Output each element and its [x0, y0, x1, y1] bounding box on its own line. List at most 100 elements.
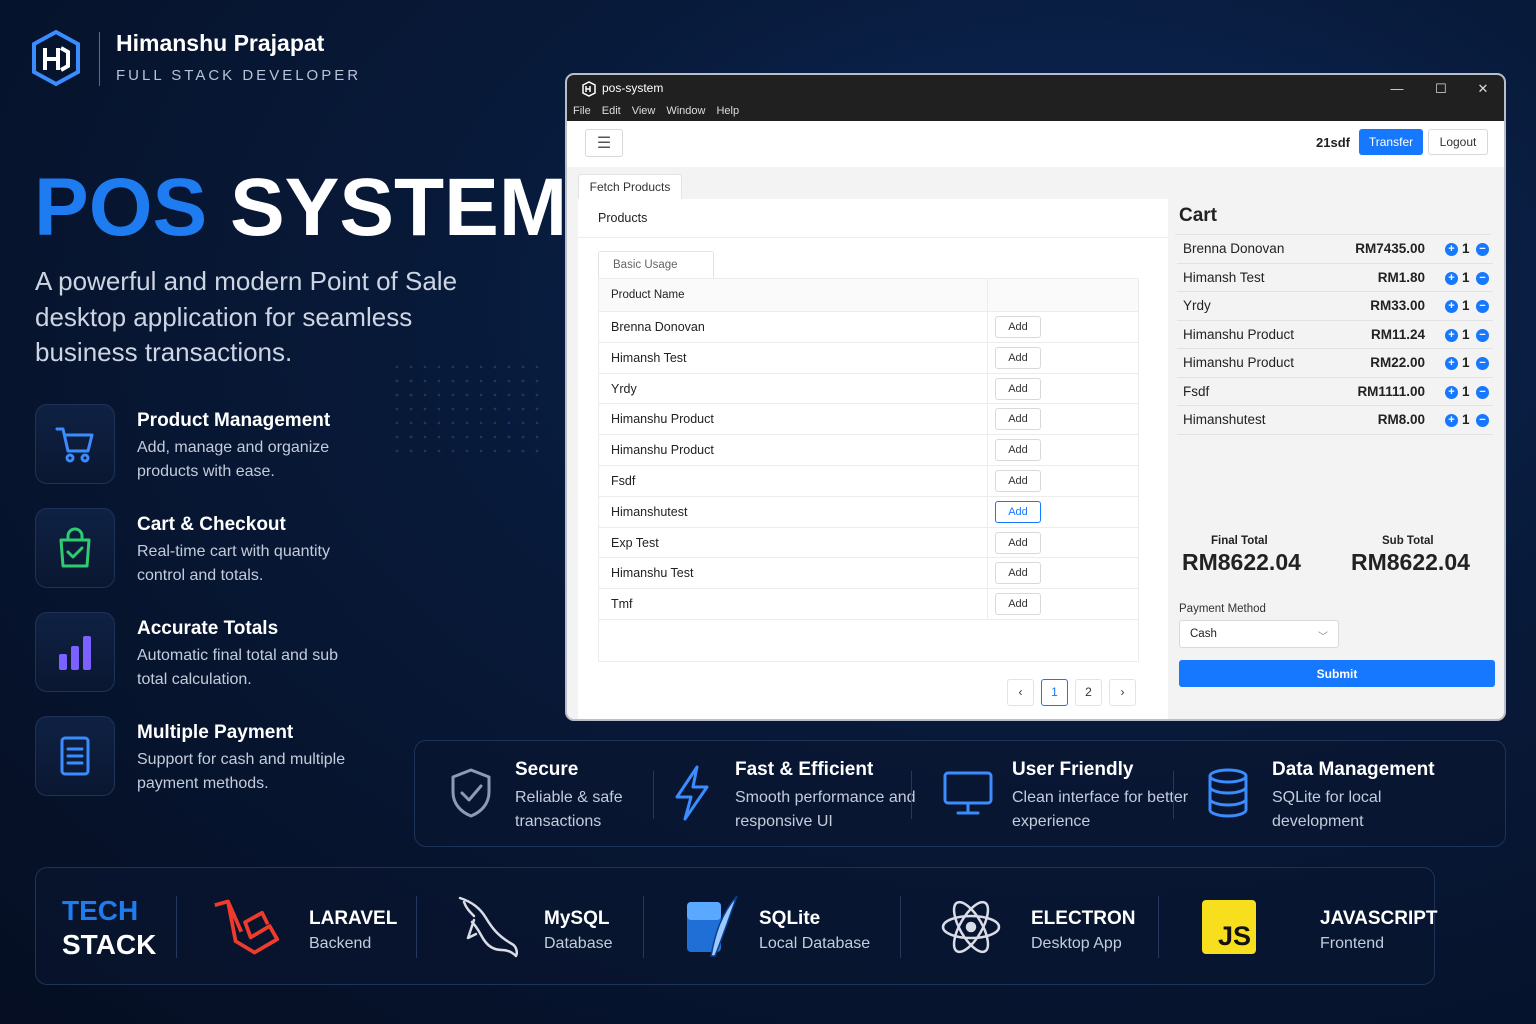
pagination-next[interactable]: ›: [1109, 679, 1136, 706]
column-divider: [987, 404, 988, 435]
username-label: 21sdf: [1316, 135, 1350, 150]
cart-item: Fsdf RM1111.00 +1−: [1177, 378, 1493, 406]
minimize-button[interactable]: —: [1387, 81, 1407, 96]
cart-item-name: Fsdf: [1183, 383, 1210, 399]
add-button[interactable]: Add: [995, 408, 1041, 431]
feature-product-management: Product Management Add, manage and organ…: [35, 404, 435, 488]
pagination-page-1[interactable]: 1: [1041, 679, 1068, 706]
brand-logo-icon: [32, 29, 80, 87]
menu-help[interactable]: Help: [716, 105, 739, 117]
shield-check-icon: [443, 765, 499, 821]
minus-icon[interactable]: −: [1476, 243, 1489, 256]
add-button[interactable]: Add: [995, 377, 1041, 400]
pagination-page-2[interactable]: 2: [1075, 679, 1102, 706]
table-row: Tmf Add: [599, 589, 1138, 620]
cart-item-qty: 1: [1462, 355, 1470, 370]
sub-total-label: Sub Total: [1382, 535, 1434, 547]
bar-chart-icon: [35, 612, 115, 692]
feature-desc: Add, manage and organize products with e…: [137, 439, 330, 480]
tech-sub: Desktop App: [1031, 935, 1122, 952]
table-row: Himansh Test Add: [599, 342, 1138, 374]
highlight-title: Fast & Efficient: [735, 759, 874, 780]
feature-desc: Real-time cart with quantity control and…: [137, 543, 330, 584]
logout-button[interactable]: Logout: [1428, 129, 1488, 155]
plus-icon[interactable]: +: [1445, 271, 1458, 285]
tech-name: LARAVEL: [309, 908, 398, 929]
payment-method-select[interactable]: Cash ﹀: [1179, 620, 1339, 648]
add-button[interactable]: Add: [995, 593, 1041, 616]
product-name: Fsdf: [611, 474, 636, 488]
column-divider: [987, 373, 988, 404]
final-total-value: RM8622.04: [1182, 549, 1301, 575]
add-button[interactable]: Add: [995, 562, 1041, 585]
sub-total-value: RM8622.04: [1351, 549, 1470, 575]
cart-item: Brenna Donovan RM7435.00 +1−: [1177, 235, 1493, 264]
feature-desc: Support for cash and multiple payment me…: [137, 751, 346, 792]
products-heading: Products: [598, 211, 648, 225]
plus-icon[interactable]: +: [1445, 300, 1458, 313]
cart-item-name: Himansh Test: [1183, 269, 1265, 285]
add-button[interactable]: Add: [995, 531, 1041, 554]
table-row: Yrdy Add: [599, 373, 1138, 405]
column-divider: [987, 342, 988, 373]
minus-icon[interactable]: −: [1476, 385, 1489, 399]
lightning-icon: [663, 765, 719, 821]
cart-item-name: Himanshu Product: [1183, 355, 1295, 370]
tech-sub: Frontend: [1320, 935, 1385, 952]
column-divider: [987, 527, 988, 558]
sqlite-logo-icon: [676, 892, 746, 962]
highlight-fast-efficient: Fast & Efficient Smooth performance and …: [663, 741, 923, 848]
table-row: Fsdf Add: [599, 466, 1138, 497]
divider: [176, 896, 177, 958]
minus-icon[interactable]: −: [1476, 300, 1489, 313]
divider: [653, 771, 654, 819]
add-button[interactable]: Add: [995, 500, 1041, 523]
menu-file[interactable]: File: [573, 105, 591, 117]
add-button[interactable]: Add: [995, 439, 1041, 462]
minus-icon[interactable]: −: [1476, 328, 1489, 342]
brand-divider: [99, 32, 100, 86]
tech-sub: Database: [544, 935, 613, 952]
product-name: Himanshu Product: [611, 443, 714, 458]
product-name: Tmf: [611, 597, 633, 612]
cart-title: Cart: [1179, 205, 1218, 226]
tech-sqlite: SQLite Local Database: [676, 892, 906, 962]
add-button[interactable]: Add: [995, 316, 1041, 338]
minus-icon[interactable]: −: [1476, 271, 1489, 285]
add-button[interactable]: Add: [995, 470, 1041, 492]
add-button[interactable]: Add: [995, 346, 1041, 369]
plus-icon[interactable]: +: [1445, 385, 1458, 399]
maximize-button[interactable]: ☐: [1431, 81, 1451, 97]
plus-icon[interactable]: +: [1445, 243, 1458, 256]
divider: [1158, 896, 1159, 958]
pagination-prev[interactable]: ‹: [1007, 679, 1034, 706]
menu-window[interactable]: Window: [666, 105, 705, 117]
plus-icon[interactable]: +: [1445, 357, 1458, 370]
menu-bar: File Edit View Window Help: [573, 105, 739, 117]
tab-basic-usage[interactable]: Basic Usage: [598, 251, 714, 279]
tech-name: ELECTRON: [1031, 908, 1136, 929]
menu-toggle-button[interactable]: ☰: [585, 129, 623, 157]
brand-role: FULL STACK DEVELOPER: [116, 67, 362, 84]
tech-electron: ELECTRON Desktop App: [936, 892, 1156, 962]
tech-name: MySQL: [544, 908, 610, 929]
feature-title: Accurate Totals: [137, 618, 279, 639]
feature-cart-checkout: Cart & Checkout Real-time cart with quan…: [35, 508, 435, 592]
tab-fetch-products[interactable]: Fetch Products: [578, 174, 682, 199]
highlight-secure: Secure Reliable & safe transactions: [443, 741, 673, 848]
submit-button[interactable]: Submit: [1179, 660, 1495, 687]
plus-icon[interactable]: +: [1445, 414, 1458, 427]
cart-item-qty: 1: [1462, 298, 1470, 313]
column-divider: [987, 312, 988, 342]
cart-item-name: Himanshutest: [1183, 412, 1266, 427]
menu-edit[interactable]: Edit: [602, 105, 621, 117]
minus-icon[interactable]: −: [1476, 414, 1489, 427]
product-name: Himanshu Product: [611, 412, 714, 427]
menu-view[interactable]: View: [632, 105, 656, 117]
column-divider: [987, 496, 988, 527]
minus-icon[interactable]: −: [1476, 357, 1489, 370]
plus-icon[interactable]: +: [1445, 328, 1458, 342]
close-button[interactable]: ✕: [1473, 81, 1493, 97]
transfer-button[interactable]: Transfer: [1359, 129, 1423, 155]
feature-title: Product Management: [137, 410, 331, 431]
